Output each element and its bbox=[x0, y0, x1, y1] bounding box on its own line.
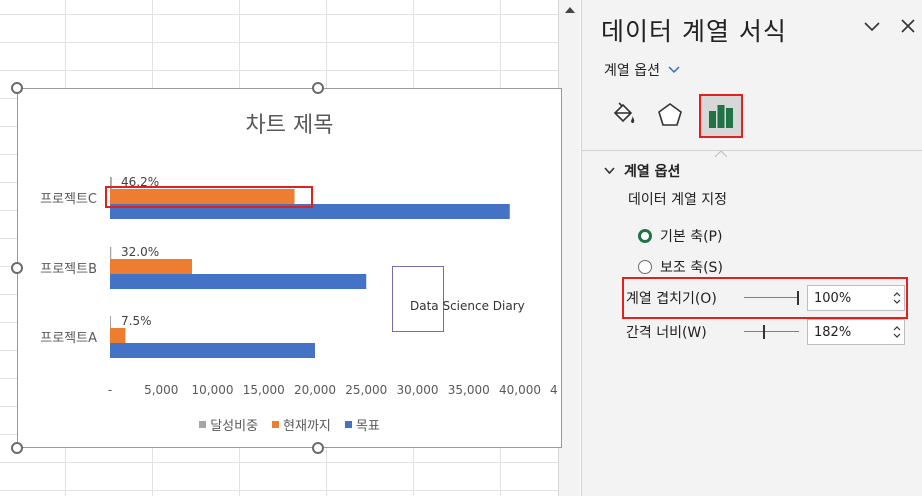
secondary-axis-label: 보조 축(S) bbox=[660, 260, 723, 276]
x-tick-label[interactable]: 40,000 bbox=[499, 383, 541, 397]
chart-legend[interactable]: 달성비중 현재까지 목표 bbox=[18, 415, 561, 434]
bar-current[interactable] bbox=[110, 328, 126, 343]
bar-target[interactable] bbox=[110, 274, 367, 289]
x-tick-label[interactable]: 30,000 bbox=[397, 383, 439, 397]
primary-axis-option[interactable]: 기본 축(P) bbox=[638, 226, 722, 246]
gap-width-slider[interactable] bbox=[744, 324, 799, 340]
tab-caret-icon bbox=[714, 142, 728, 158]
category-label[interactable]: 프로젝트C bbox=[40, 192, 97, 207]
x-tick-label[interactable]: 5,000 bbox=[144, 383, 178, 397]
format-data-series-pane: 데이터 계열 서식 계열 옵션 계열 옵션 데이터 계열 지정 기본 축(P) … bbox=[581, 0, 922, 496]
primary-axis-radio[interactable] bbox=[638, 229, 652, 243]
chevron-down-icon bbox=[604, 163, 615, 179]
spin-down-icon[interactable] bbox=[893, 333, 901, 338]
legend-swatch bbox=[344, 421, 352, 428]
resize-handle-left[interactable] bbox=[11, 262, 23, 274]
pentagon-icon bbox=[658, 103, 682, 126]
resize-handle-bottom-left[interactable] bbox=[11, 442, 23, 454]
legend-label: 달성비중 bbox=[210, 419, 259, 434]
plot-series-on-label: 데이터 계열 지정 bbox=[628, 192, 728, 208]
category-label[interactable]: 프로젝트B bbox=[40, 262, 97, 277]
chevron-down-icon bbox=[668, 62, 680, 78]
plot-area[interactable]: 프로젝트A7.5%프로젝트B32.0%프로젝트C46.2%- 5,000 10,00… bbox=[18, 89, 563, 449]
legend-swatch bbox=[272, 421, 280, 428]
bar-chart-icon bbox=[709, 105, 733, 128]
x-tick-label[interactable]: - bbox=[108, 383, 112, 397]
resize-handle-bottom[interactable] bbox=[312, 442, 324, 454]
series-overlap-value[interactable]: 100% bbox=[814, 291, 851, 306]
section-header-series-options[interactable]: 계열 옵션 bbox=[604, 161, 680, 181]
spin-up-icon[interactable] bbox=[893, 326, 901, 331]
slider-thumb[interactable] bbox=[797, 291, 799, 305]
series-options-dropdown[interactable]: 계열 옵션 bbox=[604, 60, 680, 80]
divider bbox=[582, 150, 922, 151]
series-options-tab[interactable] bbox=[699, 94, 743, 138]
gap-width-spinner[interactable]: 182% bbox=[807, 319, 905, 345]
primary-axis-label: 기본 축(P) bbox=[660, 229, 723, 245]
spinner-arrows[interactable] bbox=[890, 321, 904, 343]
chart-area[interactable]: 차트 제목 프로젝트A 7.5% 프로젝트B 32.0% 프로젝트C 46.2% -5,00… bbox=[17, 88, 562, 448]
secondary-axis-radio[interactable] bbox=[638, 260, 652, 274]
close-icon[interactable] bbox=[898, 16, 918, 36]
bar-target[interactable] bbox=[110, 343, 315, 358]
effects-tab[interactable] bbox=[651, 95, 689, 135]
spinner-arrows[interactable] bbox=[890, 287, 904, 309]
series-overlap-spinner[interactable]: 100% bbox=[807, 285, 905, 311]
slider-track bbox=[744, 297, 799, 298]
chevron-down-icon[interactable] bbox=[862, 16, 882, 36]
gap-width-label: 간격 너비(W) bbox=[626, 325, 707, 341]
x-tick-label[interactable]: 4 bbox=[550, 383, 558, 397]
legend-label: 목표 bbox=[355, 419, 380, 434]
secondary-axis-option[interactable]: 보조 축(S) bbox=[638, 257, 723, 277]
x-tick-label[interactable]: 20,000 bbox=[294, 383, 336, 397]
pane-title: 데이터 계열 서식 bbox=[601, 17, 787, 46]
data-label[interactable]: 32.0% bbox=[121, 245, 159, 259]
selected-bar-highlight bbox=[105, 186, 313, 208]
gap-width-control: 간격 너비(W) 182% bbox=[626, 319, 905, 345]
series-overlap-slider[interactable] bbox=[744, 290, 799, 306]
x-tick-label[interactable]: 35,000 bbox=[448, 383, 490, 397]
resize-handle-top[interactable] bbox=[312, 82, 324, 94]
data-label[interactable]: 7.5% bbox=[121, 314, 152, 328]
x-tick-label[interactable]: 15,000 bbox=[243, 383, 285, 397]
bar-ratio[interactable] bbox=[110, 316, 111, 330]
bar-ratio[interactable] bbox=[110, 247, 112, 261]
scroll-up-arrow-icon[interactable] bbox=[562, 2, 578, 18]
category-label[interactable]: 프로젝트A bbox=[40, 331, 97, 346]
section-header-label: 계열 옵션 bbox=[624, 164, 681, 180]
bar-current[interactable] bbox=[110, 259, 192, 274]
legend-swatch bbox=[199, 421, 207, 428]
spin-up-icon[interactable] bbox=[893, 292, 901, 297]
series-overlap-control: 계열 겹치기(O) 100% bbox=[626, 285, 905, 311]
spin-down-icon[interactable] bbox=[893, 299, 901, 304]
slider-track bbox=[744, 331, 799, 332]
legend-item[interactable]: 달성비중 bbox=[199, 415, 258, 434]
slider-thumb[interactable] bbox=[763, 325, 765, 339]
legend-item[interactable]: 목표 bbox=[344, 415, 380, 434]
fill-line-tab[interactable] bbox=[604, 95, 642, 135]
series-options-dropdown-label: 계열 옵션 bbox=[604, 63, 660, 79]
x-tick-label[interactable]: 10,000 bbox=[192, 383, 234, 397]
x-tick-label[interactable]: 25,000 bbox=[345, 383, 387, 397]
resize-handle-top-left[interactable] bbox=[11, 82, 23, 94]
legend-label: 현재까지 bbox=[283, 419, 331, 434]
legend-item[interactable]: 현재까지 bbox=[272, 415, 331, 434]
watermark-text: Data Science Diary bbox=[410, 299, 525, 313]
gap-width-value[interactable]: 182% bbox=[814, 325, 851, 340]
paint-bucket-icon bbox=[613, 102, 635, 124]
series-overlap-label: 계열 겹치기(O) bbox=[626, 291, 717, 307]
